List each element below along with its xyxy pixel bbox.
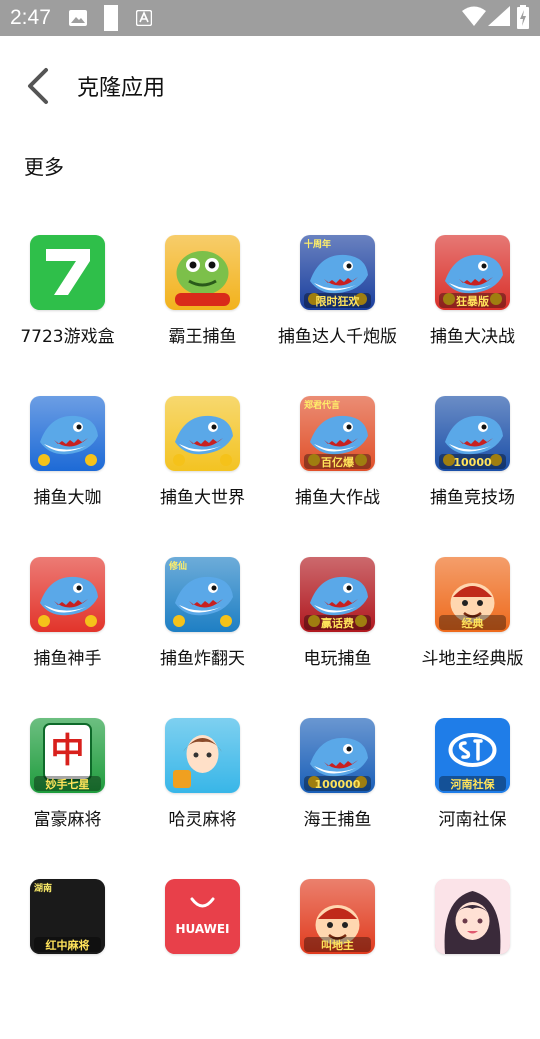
huawei-appgallery-icon: HUAWEI — [165, 879, 240, 954]
svg-text:100000: 100000 — [315, 778, 361, 791]
fishing-arena-icon: 10000 — [435, 396, 510, 471]
app-label: 斗地主经典版 — [421, 649, 524, 669]
bawang-fishing-icon — [165, 235, 240, 310]
app-label: 捕鱼竞技场 — [430, 488, 515, 508]
app-item[interactable]: 捕鱼大世界 — [135, 396, 270, 556]
fishing-godhand-icon — [30, 557, 105, 632]
app-label: 捕鱼大咖 — [33, 488, 102, 508]
7723-game-box-icon — [30, 235, 105, 310]
app-label: 捕鱼神手 — [33, 649, 102, 669]
app-item[interactable]: 100000 海王捕鱼 — [270, 718, 405, 878]
rich-mahjong-icon: 中妙手七星 — [30, 718, 105, 793]
svg-text:修仙: 修仙 — [168, 560, 187, 572]
app-label: 哈灵麻将 — [168, 810, 237, 830]
app-item[interactable]: 捕鱼神手 — [0, 557, 135, 717]
svg-text:经典: 经典 — [462, 616, 484, 630]
svg-text:湖南: 湖南 — [34, 882, 52, 894]
henan-social-security-icon: 河南社保 — [435, 718, 510, 793]
app-label: 电玩捕鱼 — [303, 649, 372, 669]
svg-text:狂暴版: 狂暴版 — [456, 294, 489, 308]
svg-text:叫地主: 叫地主 — [321, 938, 354, 952]
app-item[interactable]: 湖南红中麻将 — [0, 879, 135, 1039]
app-item[interactable]: 十周年限时狂欢捕鱼达人千炮版 — [270, 235, 405, 395]
app-item[interactable]: HUAWEI — [135, 879, 270, 1039]
app-item[interactable] — [405, 879, 540, 1039]
svg-text:河南社保: 河南社保 — [451, 777, 496, 791]
app-item[interactable]: 经典 斗地主经典版 — [405, 557, 540, 717]
svg-text:中: 中 — [51, 731, 85, 771]
app-item[interactable]: 叫地主 — [270, 879, 405, 1039]
anime-girl-icon — [435, 879, 510, 954]
hongzhong-mahjong-icon: 湖南红中麻将 — [30, 879, 105, 954]
app-grid: 7723游戏盒 霸王捕鱼 十周年 限时狂欢 捕鱼达人千炮版 狂暴版 捕鱼大决战 捕鱼大咖 捕鱼大… — [0, 0, 540, 960]
app-label: 捕鱼炸翻天 — [160, 649, 245, 669]
app-label: 河南社保 — [438, 810, 507, 830]
app-item[interactable]: 7723游戏盒 — [0, 235, 135, 395]
fishing-battle-icon: 郑君代言百亿爆 — [300, 396, 375, 471]
app-label: 捕鱼大决战 — [430, 327, 515, 347]
svg-text:十周年: 十周年 — [304, 238, 331, 250]
app-item[interactable]: 狂暴版 捕鱼大决战 — [405, 235, 540, 395]
fishing-bigshot-icon — [30, 396, 105, 471]
sea-king-fishing-icon: 100000 — [300, 718, 375, 793]
svg-text:10000: 10000 — [453, 456, 492, 469]
jiaodizhu-icon: 叫地主 — [300, 879, 375, 954]
fishing-master-icon: 十周年限时狂欢 — [300, 235, 375, 310]
app-label: 富豪麻将 — [33, 810, 102, 830]
app-item[interactable]: 霸王捕鱼 — [135, 235, 270, 395]
app-item[interactable]: 捕鱼大咖 — [0, 396, 135, 556]
app-item[interactable]: 赢话费 电玩捕鱼 — [270, 557, 405, 717]
arcade-fishing-icon: 赢话费 — [300, 557, 375, 632]
doudizhu-classic-icon: 经典 — [435, 557, 510, 632]
haling-mahjong-icon — [165, 718, 240, 793]
app-label: 海王捕鱼 — [303, 810, 372, 830]
app-label: 7723游戏盒 — [20, 327, 115, 347]
app-item[interactable]: 10000 捕鱼竞技场 — [405, 396, 540, 556]
app-item[interactable]: 河南社保 河南社保 — [405, 718, 540, 878]
app-label: 霸王捕鱼 — [168, 327, 237, 347]
app-label: 捕鱼大作战 — [295, 488, 380, 508]
app-item[interactable]: 中妙手七星 富豪麻将 — [0, 718, 135, 878]
app-label: 捕鱼达人千炮版 — [278, 327, 397, 347]
svg-text:百亿爆: 百亿爆 — [321, 455, 355, 469]
svg-text:HUAWEI: HUAWEI — [175, 922, 229, 936]
app-item[interactable]: 修仙捕鱼炸翻天 — [135, 557, 270, 717]
app-item[interactable]: 郑君代言百亿爆捕鱼大作战 — [270, 396, 405, 556]
app-label: 捕鱼大世界 — [160, 488, 245, 508]
fishing-showdown-icon: 狂暴版 — [435, 235, 510, 310]
svg-text:赢话费: 赢话费 — [321, 616, 354, 630]
svg-text:妙手七星: 妙手七星 — [46, 777, 90, 791]
svg-text:红中麻将: 红中麻将 — [46, 938, 90, 952]
fishing-world-icon — [165, 396, 240, 471]
fishing-blast-icon: 修仙 — [165, 557, 240, 632]
svg-text:郑君代言: 郑君代言 — [304, 399, 340, 411]
svg-text:限时狂欢: 限时狂欢 — [316, 294, 361, 308]
app-item[interactable]: 哈灵麻将 — [135, 718, 270, 878]
